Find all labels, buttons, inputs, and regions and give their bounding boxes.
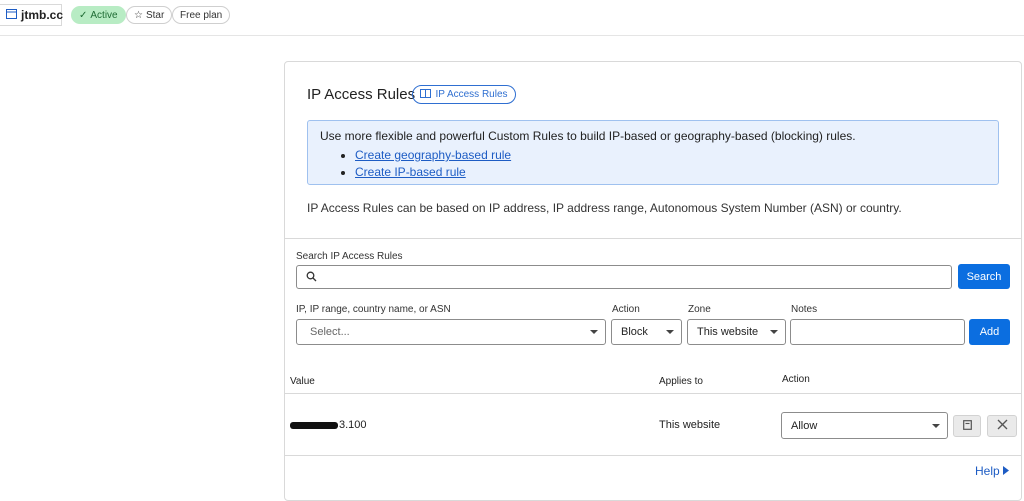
zone-header: jtmb.cc ✓ Active ☆ Star Free plan	[0, 0, 1024, 36]
check-icon: ✓	[79, 9, 88, 21]
description-text: IP Access Rules can be based on IP addre…	[307, 201, 902, 215]
card-header: IP Access Rules IP Access Rules Use more…	[285, 62, 1021, 239]
list-item: Create geography-based rule	[355, 148, 998, 162]
zone-name: jtmb.cc	[21, 8, 64, 22]
documentation-link-label: IP Access Rules	[435, 89, 508, 100]
browser-window-icon	[6, 8, 17, 22]
redacted-value	[290, 421, 338, 429]
caret-right-icon	[1002, 464, 1009, 478]
delete-rule-button[interactable]	[987, 415, 1017, 437]
rule-action-value: Allow	[791, 419, 818, 432]
value-field-label: IP, IP range, country name, or ASN	[296, 304, 451, 315]
create-ip-rule-link[interactable]: Create IP-based rule	[355, 165, 466, 179]
rule-value: 3.100	[290, 419, 367, 431]
star-icon: ☆	[134, 9, 143, 21]
chevron-down-icon	[590, 330, 598, 334]
notes-input[interactable]	[790, 319, 965, 345]
plan-label: Free plan	[180, 9, 223, 21]
value-select-placeholder: Select...	[310, 326, 350, 338]
notes-field-label: Notes	[791, 304, 818, 315]
zone-select-value: This website	[697, 326, 759, 338]
zone-select[interactable]: This website	[687, 319, 786, 345]
column-header-applies-to: Applies to	[659, 376, 703, 387]
search-input[interactable]	[296, 265, 952, 289]
page-title: IP Access Rules	[307, 86, 416, 103]
edit-notes-button[interactable]	[953, 415, 981, 437]
search-label: Search IP Access Rules	[296, 251, 403, 262]
info-banner: Use more flexible and powerful Custom Ru…	[307, 120, 999, 185]
value-select[interactable]: Select...	[296, 319, 606, 345]
documentation-link[interactable]: IP Access Rules	[412, 85, 516, 104]
info-text: Use more flexible and powerful Custom Ru…	[320, 129, 856, 143]
plan-badge[interactable]: Free plan	[172, 6, 231, 24]
info-link-list: Create geography-based rule Create IP-ba…	[320, 148, 998, 179]
zone-field-label: Zone	[688, 304, 711, 315]
action-select-value: Block	[621, 326, 648, 338]
list-item: Create IP-based rule	[355, 165, 998, 179]
book-icon	[420, 88, 432, 101]
chevron-down-icon	[666, 330, 674, 334]
zone-name-tag[interactable]: jtmb.cc	[0, 4, 64, 26]
rule-applies-to: This website	[659, 419, 721, 431]
star-button[interactable]: ☆ Star	[126, 6, 173, 24]
star-label: Star	[145, 9, 165, 21]
ip-access-rules-card: IP Access Rules IP Access Rules Use more…	[284, 61, 1022, 501]
table-divider	[285, 393, 1021, 394]
help-link[interactable]: Help	[975, 464, 1009, 478]
column-header-value: Value	[290, 376, 315, 387]
status-label: Active	[90, 9, 118, 21]
column-header-action: Action	[782, 374, 810, 385]
status-badge: ✓ Active	[71, 6, 126, 24]
chevron-down-icon	[932, 424, 940, 428]
action-field-label: Action	[612, 304, 640, 315]
chevron-down-icon	[770, 330, 778, 334]
table-divider	[285, 455, 1021, 456]
help-label: Help	[975, 464, 1000, 478]
rule-value-suffix: 3.100	[339, 419, 367, 431]
search-button[interactable]: Search	[958, 264, 1010, 289]
note-icon	[962, 419, 972, 433]
rule-action-select[interactable]: Allow	[781, 412, 948, 439]
create-geography-rule-link[interactable]: Create geography-based rule	[355, 148, 511, 162]
action-select[interactable]: Block	[611, 319, 682, 345]
search-icon	[306, 271, 317, 285]
add-button[interactable]: Add	[969, 319, 1010, 345]
close-icon	[997, 419, 1008, 433]
